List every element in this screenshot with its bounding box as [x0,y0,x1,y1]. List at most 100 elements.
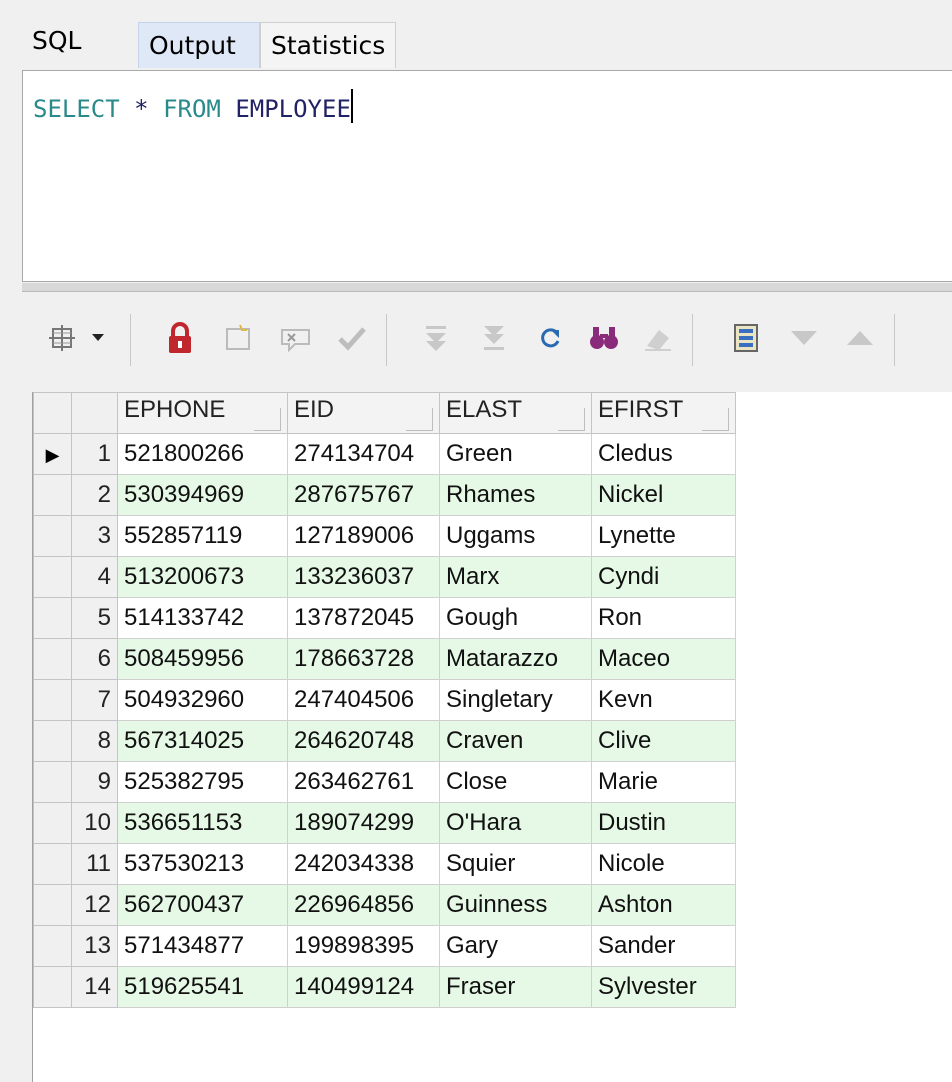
dropdown-arrow-icon[interactable] [86,318,110,358]
cell-eid[interactable]: 263462761 [287,761,440,803]
row-indicator[interactable] [33,474,72,516]
cell-eid[interactable]: 189074299 [287,802,440,844]
table-row[interactable]: 4 513200673 133236037 Marx Cyndi [33,556,736,598]
down-arrow-icon[interactable] [784,318,824,358]
refresh-icon[interactable] [530,318,570,358]
post-edit-icon[interactable] [332,318,372,358]
cell-elast[interactable]: Close [439,761,592,803]
cell-efirst[interactable]: Nicole [591,843,736,885]
cell-elast[interactable]: Uggams [439,515,592,557]
column-filter-button[interactable] [254,407,281,431]
cell-efirst[interactable]: Cyndi [591,556,736,598]
cell-eid[interactable]: 127189006 [287,515,440,557]
cell-ephone[interactable]: 521800266 [117,433,288,475]
row-indicator[interactable] [33,597,72,639]
find-icon[interactable] [584,318,624,358]
cell-ephone[interactable]: 514133742 [117,597,288,639]
table-row[interactable]: 13 571434877 199898395 Gary Sander [33,925,736,967]
row-indicator[interactable] [33,802,72,844]
row-indicator[interactable]: ▶ [33,433,72,475]
cell-eid[interactable]: 274134704 [287,433,440,475]
cell-eid[interactable]: 199898395 [287,925,440,967]
table-row[interactable]: 6 508459956 178663728 Matarazzo Maceo [33,638,736,680]
cell-elast[interactable]: Marx [439,556,592,598]
cell-ephone[interactable]: 519625541 [117,966,288,1008]
tab-sql[interactable]: SQL [22,18,134,64]
row-number[interactable]: 12 [71,884,118,926]
row-indicator[interactable] [33,925,72,967]
cell-ephone[interactable]: 530394969 [117,474,288,516]
cell-ephone[interactable]: 571434877 [117,925,288,967]
cell-eid[interactable]: 247404506 [287,679,440,721]
cell-elast[interactable]: Matarazzo [439,638,592,680]
grid-options-icon[interactable] [42,318,82,358]
cell-efirst[interactable]: Kevn [591,679,736,721]
panel-splitter[interactable] [22,283,952,292]
cell-eid[interactable]: 287675767 [287,474,440,516]
cell-eid[interactable]: 226964856 [287,884,440,926]
row-number[interactable]: 2 [71,474,118,516]
table-row[interactable]: 8 567314025 264620748 Craven Clive [33,720,736,762]
cell-ephone[interactable]: 504932960 [117,679,288,721]
cell-eid[interactable]: 242034338 [287,843,440,885]
cell-efirst[interactable]: Nickel [591,474,736,516]
cell-efirst[interactable]: Sylvester [591,966,736,1008]
cell-efirst[interactable]: Sander [591,925,736,967]
cell-ephone[interactable]: 525382795 [117,761,288,803]
cell-eid[interactable]: 178663728 [287,638,440,680]
table-row[interactable]: ▶ 1 521800266 274134704 Green Cledus [33,433,736,475]
column-filter-button[interactable] [702,407,729,431]
first-record-icon[interactable] [416,318,456,358]
cell-efirst[interactable]: Ron [591,597,736,639]
row-number[interactable]: 9 [71,761,118,803]
cell-efirst[interactable]: Cledus [591,433,736,475]
row-number[interactable]: 3 [71,515,118,557]
export-icon[interactable] [726,318,766,358]
cell-elast[interactable]: Green [439,433,592,475]
cell-ephone[interactable]: 537530213 [117,843,288,885]
cell-efirst[interactable]: Ashton [591,884,736,926]
row-number[interactable]: 1 [71,433,118,475]
row-indicator[interactable] [33,720,72,762]
row-number[interactable]: 10 [71,802,118,844]
cell-elast[interactable]: Squier [439,843,592,885]
cell-efirst[interactable]: Dustin [591,802,736,844]
row-indicator[interactable] [33,515,72,557]
tab-statistics[interactable]: Statistics [260,22,396,68]
column-header-ephone[interactable]: EPHONE [117,392,288,434]
cell-ephone[interactable]: 562700437 [117,884,288,926]
cell-elast[interactable]: Fraser [439,966,592,1008]
row-indicator[interactable] [33,884,72,926]
cell-elast[interactable]: Rhames [439,474,592,516]
cell-elast[interactable]: Gary [439,925,592,967]
row-number[interactable]: 5 [71,597,118,639]
table-row[interactable]: 12 562700437 226964856 Guinness Ashton [33,884,736,926]
column-filter-button[interactable] [406,407,433,431]
table-row[interactable]: 11 537530213 242034338 Squier Nicole [33,843,736,885]
table-row[interactable]: 3 552857119 127189006 Uggams Lynette [33,515,736,557]
cell-eid[interactable]: 140499124 [287,966,440,1008]
table-row[interactable]: 5 514133742 137872045 Gough Ron [33,597,736,639]
tab-output[interactable]: Output [138,22,260,68]
new-record-icon[interactable] [218,318,258,358]
row-number[interactable]: 6 [71,638,118,680]
cell-ephone[interactable]: 567314025 [117,720,288,762]
column-header-elast[interactable]: ELAST [439,392,592,434]
cell-efirst[interactable]: Lynette [591,515,736,557]
cancel-edit-icon[interactable] [276,318,316,358]
row-indicator[interactable] [33,761,72,803]
table-row[interactable]: 14 519625541 140499124 Fraser Sylvester [33,966,736,1008]
column-header-eid[interactable]: EID [287,392,440,434]
cell-elast[interactable]: Gough [439,597,592,639]
row-number[interactable]: 8 [71,720,118,762]
last-record-icon[interactable] [474,318,514,358]
row-indicator[interactable] [33,679,72,721]
cell-eid[interactable]: 264620748 [287,720,440,762]
row-number[interactable]: 11 [71,843,118,885]
cell-ephone[interactable]: 536651153 [117,802,288,844]
clear-icon[interactable] [638,318,678,358]
cell-efirst[interactable]: Marie [591,761,736,803]
row-number[interactable]: 14 [71,966,118,1008]
table-row[interactable]: 10 536651153 189074299 O'Hara Dustin [33,802,736,844]
cell-eid[interactable]: 137872045 [287,597,440,639]
